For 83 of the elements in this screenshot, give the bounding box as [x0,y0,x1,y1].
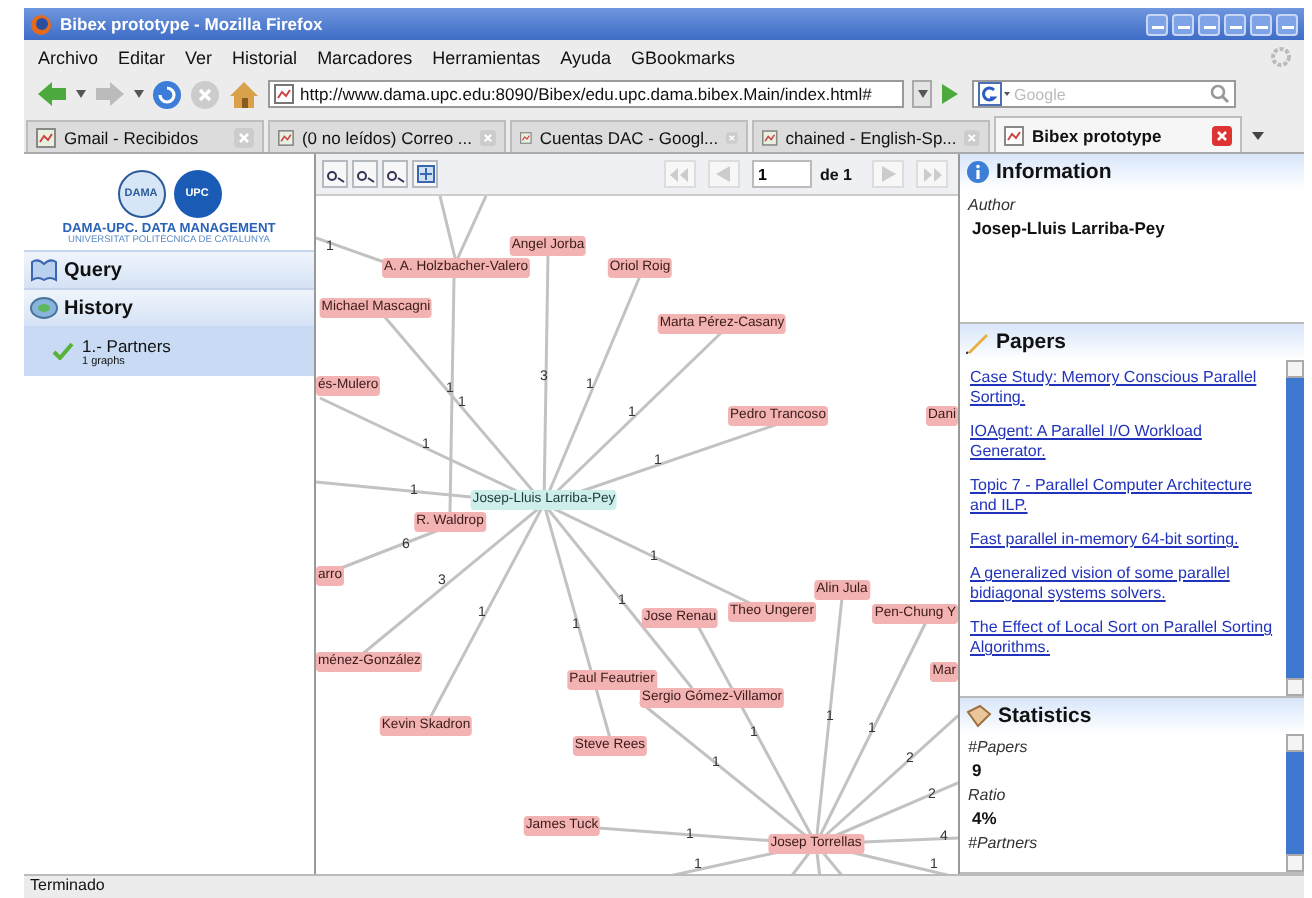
browser-tab[interactable]: (0 no leídos) Correo ... [268,120,506,152]
favicon-icon [278,127,294,147]
search-field[interactable]: Google [1014,85,1206,103]
history-label: 1.- Partners [82,335,171,355]
zoom-icon [385,165,405,183]
browser-tab[interactable]: Gmail - Recibidos [26,120,264,152]
favicon-icon [762,127,778,147]
field-value: Josep-Lluis Larriba-Pey [970,218,1167,238]
window-button[interactable] [1172,13,1194,35]
stat-label: #Partners [968,834,1040,854]
home-icon[interactable] [228,79,260,109]
zoom-button[interactable] [322,160,348,188]
arrow-right-icon [881,166,895,182]
zoom-icon [355,165,375,183]
stat-label: Ratio [968,786,1008,806]
disc-icon [30,296,58,320]
page-icon [274,84,294,104]
pencil-icon [966,330,990,354]
caret-icon[interactable] [134,90,144,98]
menu-item[interactable]: Ayuda [560,47,611,67]
window-button[interactable] [1276,13,1298,35]
panel-header: Information [960,154,1304,190]
double-arrow-left-icon [670,167,689,181]
menu-item[interactable]: GBookmarks [630,47,735,67]
page-total: de 1 [819,165,852,183]
activity-indicator-icon [1270,46,1292,68]
window-button[interactable] [1146,13,1168,35]
stat-label: #Papers [968,738,1030,758]
fit-button[interactable] [412,160,438,188]
menu-item[interactable]: Marcadores [317,47,413,67]
paper-link[interactable]: The Effect of Local Sort on Parallel Sorting Algorithms. [970,618,1278,658]
search-bar[interactable]: Google [972,80,1236,108]
search-icon[interactable] [1210,84,1230,104]
caret-icon [917,90,927,98]
book-icon [30,258,58,282]
info-icon [966,160,990,184]
favicon-icon [520,127,532,147]
stat-value: 9 [970,760,984,780]
go-icon[interactable] [940,82,960,106]
browser-tab[interactable]: chained - English-Sp... [752,120,990,152]
search-engine-icon[interactable] [978,82,1010,106]
browser-tab[interactable]: Cuentas DAC - Googl... [510,120,748,152]
field-label: Author [968,196,1018,214]
menu-item[interactable]: Ver [185,47,213,67]
paper-link[interactable]: Case Study: Memory Conscious Parallel Sorting. [970,368,1278,408]
page-field[interactable]: 1 [751,160,812,188]
dropdown-button[interactable] [912,80,932,108]
zoom-button[interactable] [352,160,378,188]
window-title: Bibex prototype - Mozilla Firefox [60,14,323,34]
paper-link[interactable]: Topic 7 - Parallel Computer Architecture and ILP. [970,476,1278,516]
close-icon[interactable] [1212,125,1232,145]
reload-icon[interactable] [152,79,182,109]
favicon-icon [36,127,56,147]
tab-list-caret-icon[interactable] [1252,132,1264,140]
fit-icon [415,164,435,184]
menu-item[interactable]: Historial [232,47,298,67]
paper-link[interactable]: IOAgent: A Parallel I/O Workload Generator. [970,422,1278,462]
zoom-button[interactable] [382,160,408,188]
edge-line [316,236,385,264]
section-header[interactable]: Query [24,250,314,288]
window-button[interactable] [1250,13,1272,35]
menu-item[interactable]: Editar [118,47,166,67]
scrollbar[interactable] [1286,734,1304,872]
caret-icon[interactable] [76,90,86,98]
favicon-icon [1004,125,1024,145]
browser-tab[interactable]: Bibex prototype [994,116,1242,152]
paper-link[interactable]: Fast parallel in-memory 64-bit sorting. [970,530,1278,550]
address-field[interactable]: http://www.dama.upc.edu:8090/Bibex/edu.upc.dama.bibex.Main/index.html# [268,80,904,108]
panel-header: Statistics [960,698,1304,734]
section-header[interactable]: History [24,288,314,326]
firefox-icon [30,13,52,35]
window-button[interactable] [1224,13,1246,35]
stat-value: 4% [970,808,999,828]
window-button[interactable] [1198,13,1220,35]
paper-link[interactable]: A generalized vision of some parallel bidiagonal systems solvers. [970,564,1278,604]
menu-item[interactable]: Herramientas [432,47,541,67]
panel-header: Papers [960,324,1304,360]
double-arrow-right-icon [923,167,941,181]
zoom-icon [325,165,345,183]
menu-item[interactable]: Archivo [38,47,99,67]
note-icon [966,704,992,728]
arrow-left-icon [716,166,731,182]
scrollbar[interactable] [1286,360,1304,696]
